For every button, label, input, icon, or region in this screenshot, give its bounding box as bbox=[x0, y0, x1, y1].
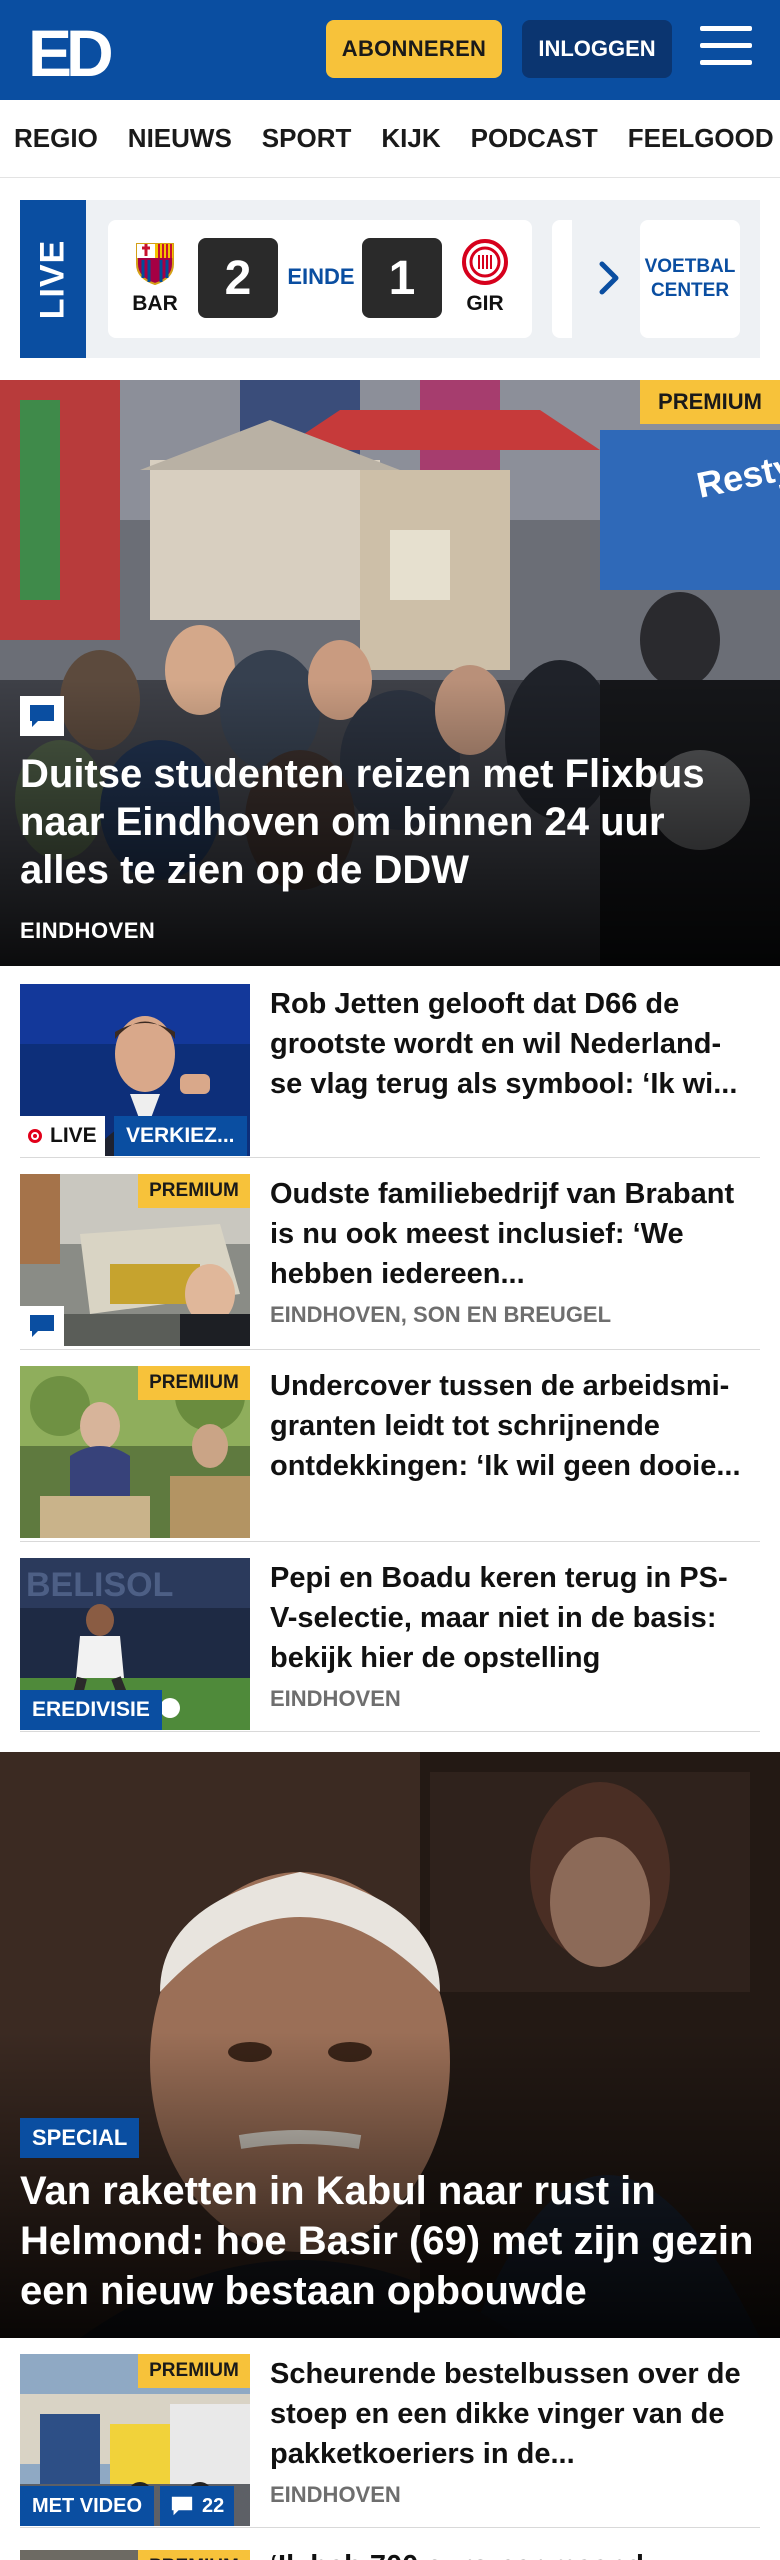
hamburger-menu-icon[interactable] bbox=[700, 26, 752, 70]
subscribe-button[interactable]: ABONNEREN bbox=[326, 20, 502, 78]
premium-badge: PREMIUM bbox=[138, 1174, 250, 1208]
premium-badge: PREMIUM bbox=[640, 380, 780, 424]
barcelona-crest-icon bbox=[131, 238, 179, 286]
special-tag: SPECIAL bbox=[20, 2118, 140, 2158]
nav-item-kijk[interactable]: KIJK bbox=[381, 123, 440, 154]
article-thumbnail: PREMIUM bbox=[20, 1174, 250, 1346]
girona-crest-icon bbox=[461, 238, 509, 286]
article-location: EINDHOVEN bbox=[270, 2482, 401, 2507]
nav-item-podcast[interactable]: PODCAST bbox=[471, 123, 598, 154]
match-card[interactable]: BAR 2 EINDE 1 GIR bbox=[108, 220, 532, 338]
list-item[interactable]: BELISOL EREDIVISIE Pepi en Boadu keren t… bbox=[20, 1542, 760, 1732]
category-tag: VERKIEZ... bbox=[114, 1116, 247, 1156]
nav-item-nieuws[interactable]: NIEUWS bbox=[128, 123, 232, 154]
article-thumbnail: LIVE VERKIEZ... bbox=[20, 984, 250, 1156]
article-thumbnail: BELISOL EREDIVISIE bbox=[20, 1558, 250, 1730]
list-item[interactable]: PREMIUM Oudste familiebedrijf van Braban… bbox=[20, 1158, 760, 1350]
article-headline[interactable]: Scheurende bestelbussen over de stoep en… bbox=[270, 2354, 750, 2474]
feature-article[interactable]: SPECIAL Van raketten in Kabul naar rust … bbox=[0, 1752, 780, 2338]
video-label: MET VIDEO bbox=[20, 2486, 155, 2526]
article-location: EINDHOVEN, SON EN BREUGEL bbox=[270, 1302, 612, 1327]
voetbal-center-link[interactable]: VOETBAL CENTER bbox=[640, 220, 740, 338]
section-nav: REGIO NIEUWS SPORT KIJK PODCAST FEELGOOD bbox=[0, 100, 780, 178]
home-team-name: BAR bbox=[132, 292, 178, 315]
comment-icon bbox=[171, 2496, 193, 2516]
article-location: EINDHOVEN bbox=[270, 1686, 401, 1711]
list-item[interactable]: PREMIUM Undercover tussen de arbeidsmi-g… bbox=[20, 1350, 760, 1542]
article-headline[interactable]: Rob Jetten gelooft dat D66 de grootste w… bbox=[270, 984, 750, 1104]
next-match-card[interactable] bbox=[552, 220, 572, 338]
away-score: 1 bbox=[362, 238, 442, 318]
live-tag-label: LIVE bbox=[50, 1124, 97, 1147]
article-headline[interactable]: Undercover tussen de arbeidsmi-granten l… bbox=[270, 1366, 750, 1486]
ed-logo[interactable]: ED bbox=[28, 16, 117, 90]
away-team-name: GIR bbox=[466, 292, 504, 315]
live-score-strip: LIVE BAR 2 EINDE 1 GIR VOETBAL CENTER bbox=[20, 200, 760, 358]
premium-badge: PREMIUM bbox=[138, 2550, 250, 2560]
chevron-right-icon[interactable] bbox=[590, 258, 630, 298]
login-button[interactable]: INLOGGEN bbox=[522, 20, 672, 78]
nav-item-feelgood[interactable]: FEELGOOD bbox=[628, 123, 774, 154]
article-thumbnail: PREMIUM bbox=[20, 1366, 250, 1538]
article-headline[interactable]: ‘Ik heb 700 euro per maand bbox=[270, 2546, 750, 2560]
article-thumbnail: PREMIUM MET VIDEO 22 bbox=[20, 2354, 250, 2526]
live-label: LIVE bbox=[33, 239, 72, 319]
category-tag: EREDIVISIE bbox=[20, 1690, 162, 1730]
hero-article[interactable]: Resty PREMIUM Duitse studenten reizen me… bbox=[0, 380, 780, 966]
hero-location: EINDHOVEN bbox=[20, 918, 156, 943]
comment-count: 22 bbox=[202, 2494, 225, 2517]
list-item[interactable]: PREMIUM ‘Ik heb 700 euro per maand bbox=[20, 2528, 760, 2560]
list-item[interactable]: PREMIUM MET VIDEO 22 Scheurende bestelbu… bbox=[20, 2338, 760, 2528]
logo-text: ED bbox=[28, 18, 111, 82]
home-team: BAR bbox=[120, 238, 190, 316]
article-headline[interactable]: Oudste familiebedrijf van Brabant is nu … bbox=[270, 1174, 750, 1294]
live-dot-icon bbox=[28, 1129, 42, 1143]
live-tab: LIVE bbox=[20, 200, 86, 358]
home-score: 2 bbox=[198, 238, 278, 318]
match-status: EINDE bbox=[287, 264, 355, 289]
comment-icon bbox=[20, 696, 64, 736]
premium-badge: PREMIUM bbox=[138, 2354, 250, 2388]
nav-item-sport[interactable]: SPORT bbox=[262, 123, 352, 154]
hero-headline[interactable]: Duitse studenten reizen met Flixbus naar… bbox=[20, 750, 760, 894]
list-item[interactable]: LIVE VERKIEZ... Rob Jetten gelooft dat D… bbox=[20, 968, 760, 1158]
video-tag: MET VIDEO 22 bbox=[20, 2486, 235, 2526]
article-headline[interactable]: Pepi en Boadu keren terug in PS-V-select… bbox=[270, 1558, 750, 1678]
premium-badge: PREMIUM bbox=[138, 1366, 250, 1400]
comment-count-badge: 22 bbox=[160, 2486, 235, 2526]
nav-item-regio[interactable]: REGIO bbox=[14, 123, 98, 154]
top-header: ED ABONNEREN INLOGGEN bbox=[0, 0, 780, 100]
feature-headline[interactable]: Van raketten in Kabul naar rust in Helmo… bbox=[20, 2166, 760, 2316]
article-thumbnail: PREMIUM bbox=[20, 2550, 250, 2560]
svg-text:BELISOL: BELISOL bbox=[26, 1566, 173, 1604]
away-team: GIR bbox=[450, 238, 520, 316]
comment-icon bbox=[20, 1306, 64, 1346]
live-tag: LIVE bbox=[20, 1116, 105, 1156]
